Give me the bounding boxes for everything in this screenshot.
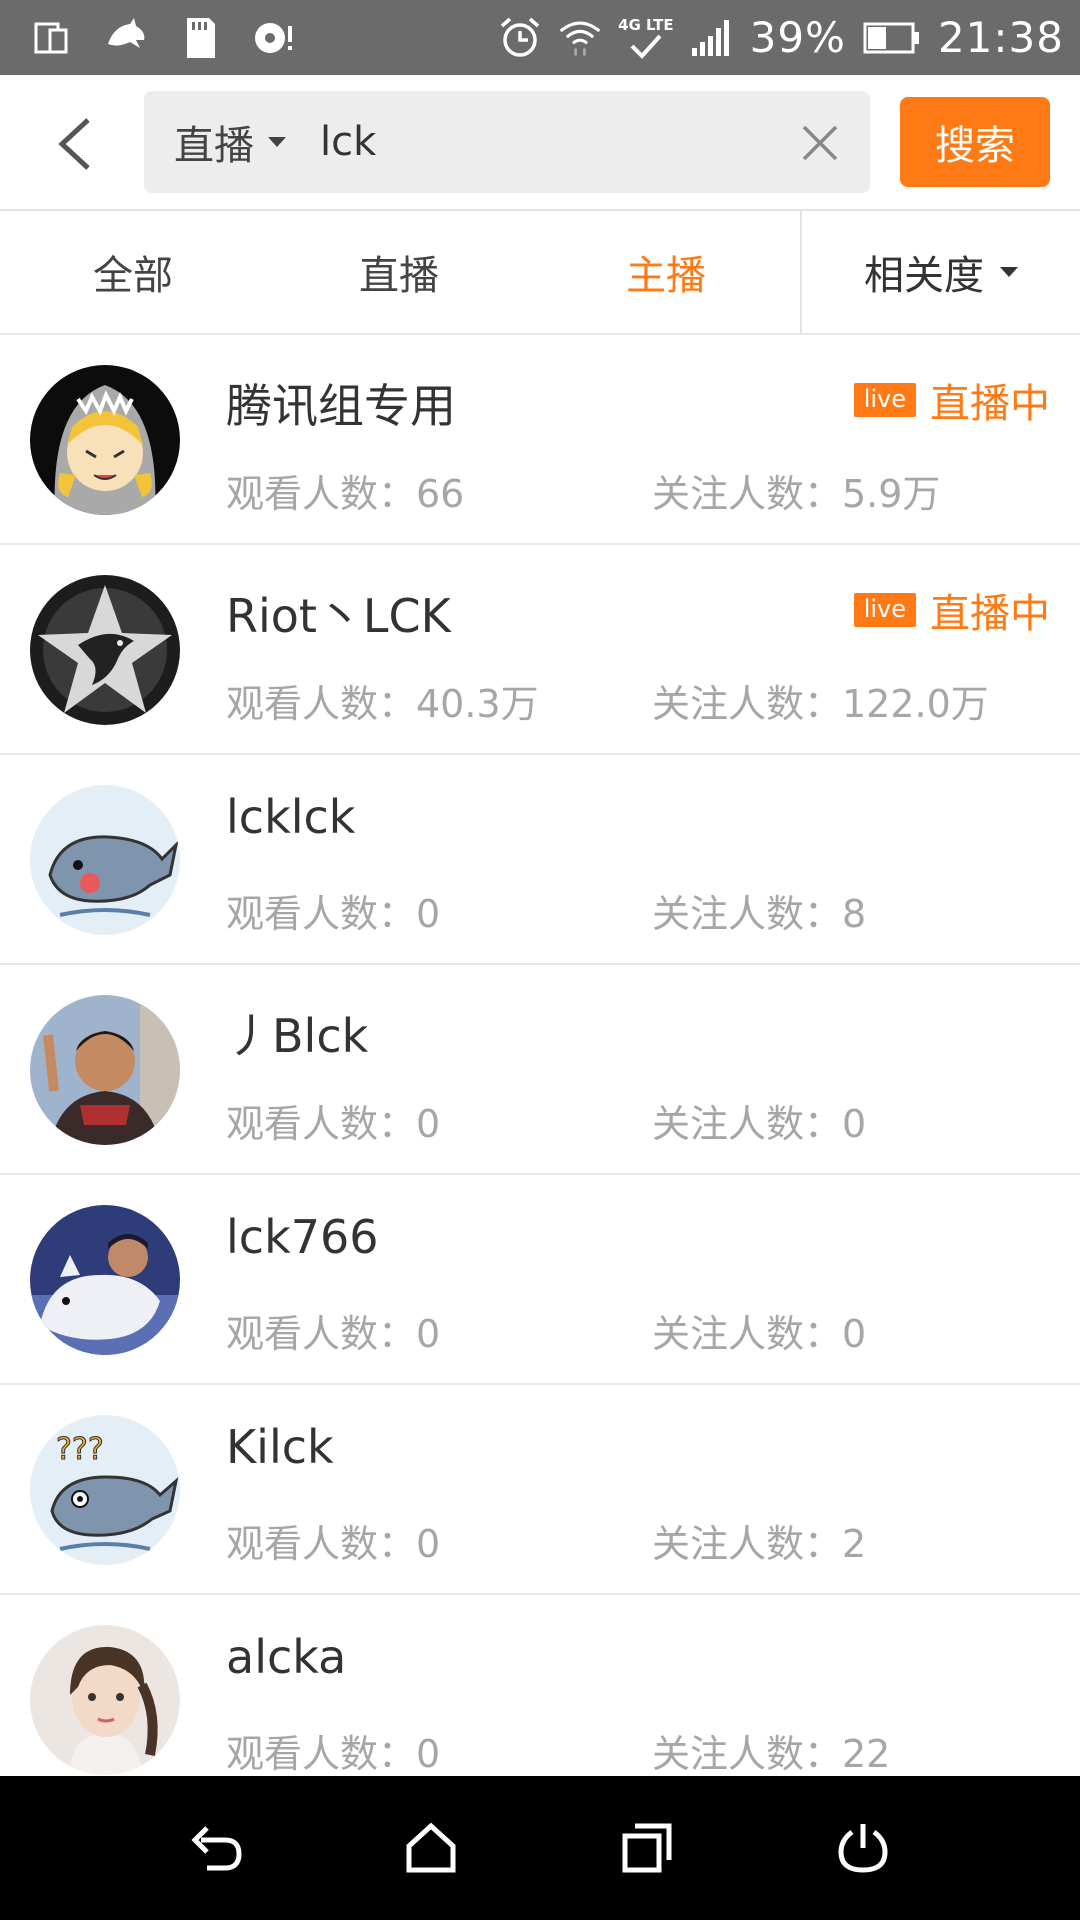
system-nav-bar [0, 1776, 1080, 1920]
avatar [30, 1625, 180, 1775]
clear-search-button[interactable] [800, 123, 840, 163]
follower-count: 关注人数：22 [652, 1732, 891, 1776]
nav-power-button[interactable] [818, 1806, 908, 1890]
nav-back-button[interactable] [172, 1806, 262, 1890]
follower-count: 关注人数：2 [652, 1522, 867, 1566]
viewer-count: 观看人数：0 [226, 1312, 441, 1356]
search-scope-label: 直播 [174, 123, 254, 169]
live-status: 直播中 [930, 381, 1050, 427]
search-scope-dropdown[interactable]: 直播 [174, 91, 286, 193]
battery-icon [862, 16, 922, 60]
viewer-count: 观看人数：0 [226, 1102, 441, 1146]
list-item[interactable]: lcklck 观看人数：0 关注人数：8 [0, 755, 1080, 965]
avatar [30, 995, 180, 1145]
anchor-name: 丿Blck [226, 1009, 369, 1063]
power-icon [838, 1824, 888, 1873]
follower-count: 关注人数：122.0万 [652, 682, 989, 726]
list-item[interactable]: ??? Kilck 观看人数：0 关注人数：2 [0, 1385, 1080, 1595]
follower-count: 关注人数：8 [652, 892, 867, 936]
live-status: 直播中 [930, 591, 1050, 637]
viewer-count: 观看人数：0 [226, 892, 441, 936]
nav-recents-button[interactable] [602, 1806, 692, 1890]
viewer-count: 观看人数：0 [226, 1522, 441, 1566]
caret-down-icon [268, 137, 286, 147]
network-label: 4G LTE [618, 15, 674, 34]
avatar: ??? [30, 1415, 180, 1565]
live-indicator: live 直播中 [853, 371, 1050, 429]
list-item[interactable]: alcka 观看人数：0 关注人数：22 [0, 1595, 1080, 1776]
filter-tabs: 全部 直播 主播 相关度 [0, 211, 1080, 335]
search-button[interactable]: 搜索 [900, 97, 1050, 187]
anchor-name: Riot丶LCK [226, 589, 451, 643]
caret-down-icon [1000, 267, 1018, 277]
sd-card-icon [178, 16, 222, 60]
undo-arrow-icon [191, 1826, 242, 1871]
tab-anchors[interactable]: 主播 [532, 211, 800, 333]
results-list: 腾讯组专用 live 直播中 观看人数：66 关注人数：5.9万 Riot丶LC… [0, 335, 1080, 1776]
live-indicator: live 直播中 [853, 581, 1050, 639]
anchor-name: 腾讯组专用 [226, 379, 456, 433]
avatar [30, 1205, 180, 1355]
home-icon [406, 1822, 456, 1873]
tab-live[interactable]: 直播 [266, 211, 532, 333]
live-badge: live [853, 593, 916, 627]
signal-icon [690, 16, 734, 60]
sort-dropdown[interactable]: 相关度 [802, 211, 1080, 333]
network-indicator: 4G LTE [618, 16, 674, 60]
sort-label: 相关度 [864, 253, 984, 299]
close-icon [802, 125, 838, 161]
list-item[interactable]: 丿Blck 观看人数：0 关注人数：0 [0, 965, 1080, 1175]
viewer-count: 观看人数：40.3万 [226, 682, 539, 726]
anchor-name: alcka [226, 1630, 347, 1684]
disc-alert-icon [252, 16, 296, 60]
check-icon [630, 34, 662, 59]
avatar [30, 575, 180, 725]
anchor-name: Kilck [226, 1420, 334, 1474]
nav-home-button[interactable] [386, 1806, 476, 1890]
list-item[interactable]: 腾讯组专用 live 直播中 观看人数：66 关注人数：5.9万 [0, 335, 1080, 545]
live-badge: live [853, 383, 916, 417]
svg-text:???: ??? [56, 1432, 104, 1467]
clock: 21:38 [937, 13, 1064, 62]
viewer-count: 观看人数：0 [226, 1732, 441, 1776]
follower-count: 关注人数：0 [652, 1102, 867, 1146]
recents-icon [622, 1823, 672, 1873]
follower-count: 关注人数：0 [652, 1312, 867, 1356]
chevron-left-icon [58, 118, 90, 170]
anchor-name: lcklck [226, 790, 356, 844]
wifi-icon [558, 16, 602, 60]
status-bar: 4G LTE 39% 21:38 [0, 0, 1080, 75]
search-box: 直播 [144, 91, 870, 193]
back-button[interactable] [44, 111, 104, 177]
search-header: 直播 搜索 [0, 75, 1080, 211]
screen-mirror-icon [30, 16, 74, 60]
search-input[interactable] [320, 91, 760, 193]
anchor-name: lck766 [226, 1210, 379, 1264]
shark-app-icon [104, 16, 148, 60]
avatar [30, 785, 180, 935]
alarm-icon [498, 16, 542, 60]
battery-percent: 39% [749, 13, 846, 62]
follower-count: 关注人数：5.9万 [652, 472, 941, 516]
avatar [30, 365, 180, 515]
list-item[interactable]: lck766 观看人数：0 关注人数：0 [0, 1175, 1080, 1385]
tab-all[interactable]: 全部 [0, 211, 266, 333]
viewer-count: 观看人数：66 [226, 472, 465, 516]
list-item[interactable]: Riot丶LCK live 直播中 观看人数：40.3万 关注人数：122.0万 [0, 545, 1080, 755]
